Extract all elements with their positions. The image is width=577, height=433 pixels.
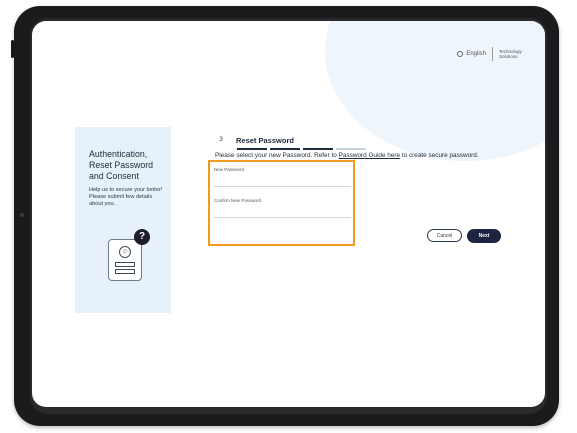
language-selector[interactable]: English <box>457 51 486 57</box>
instruction-suffix: to create secure password. <box>400 152 479 159</box>
cancel-button[interactable]: Cancel <box>427 229 462 242</box>
header-divider <box>492 47 493 61</box>
question-icon: ? <box>134 229 150 245</box>
background-shape <box>325 21 545 161</box>
id-card-icon: ☺ <box>108 239 142 281</box>
step-bar <box>303 148 333 150</box>
step-number: 3 <box>214 133 228 147</box>
password-guide-link[interactable]: Password Guide here <box>339 152 400 159</box>
logo-line2: Solutions <box>499 54 518 59</box>
panel-title: Authentication, Reset Password and Conse… <box>89 149 154 181</box>
confirm-password-label: Confirm New Password <box>214 198 262 203</box>
step-title: Reset Password <box>236 135 294 145</box>
globe-icon <box>457 51 464 57</box>
id-card-illustration: ☺ ? <box>102 229 162 287</box>
step-header: 3 Reset Password <box>214 133 294 147</box>
camera-dot <box>20 213 24 217</box>
left-info-panel: Authentication, Reset Password and Conse… <box>75 127 171 313</box>
step-bar <box>237 148 267 150</box>
screen: English Technology Solutions Authenticat… <box>32 21 545 407</box>
instruction-prefix: Please select your new Password. Refer t… <box>215 152 339 159</box>
header-right: English Technology Solutions <box>457 47 533 61</box>
next-button[interactable]: Next <box>467 229 501 243</box>
company-logo: Technology Solutions <box>499 49 533 59</box>
tablet-frame: English Technology Solutions Authenticat… <box>0 0 577 433</box>
instruction-text: Please select your new Password. Refer t… <box>215 152 479 159</box>
new-password-label: New Password <box>214 167 245 172</box>
new-password-field[interactable] <box>214 176 351 187</box>
card-line-icon <box>115 262 135 267</box>
person-icon: ☺ <box>119 246 131 258</box>
language-label: English <box>466 51 486 57</box>
step-progress <box>237 148 366 150</box>
card-line-icon <box>115 269 135 274</box>
confirm-password-field[interactable] <box>214 207 351 218</box>
panel-description: Help us to secure your better! Please su… <box>89 187 163 207</box>
step-bar <box>336 148 366 150</box>
step-bar <box>270 148 300 150</box>
password-fields-highlight <box>208 160 355 246</box>
